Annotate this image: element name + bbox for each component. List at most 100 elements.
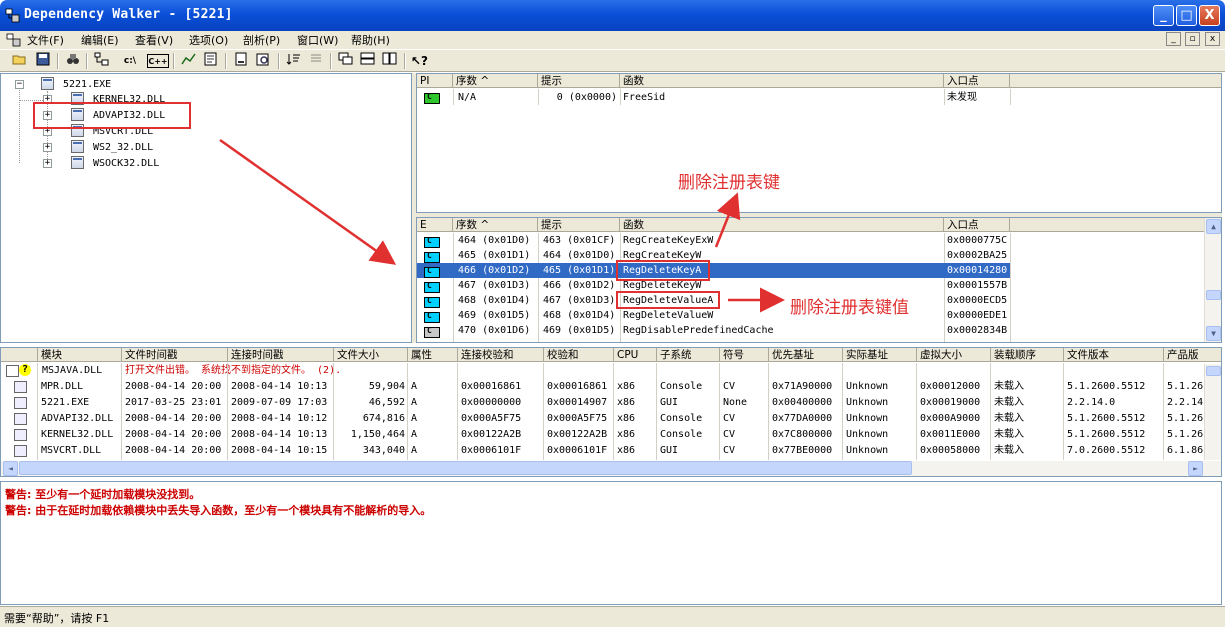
log-pane[interactable]: 警告: 至少有一个延时加载模块没找到。 警告: 由于在延时加载依赖模块中丢失导入… — [0, 481, 1222, 605]
module-cell: Unknown — [846, 397, 889, 408]
module-list[interactable]: 模块 文件时间戳 连接时间戳 文件大小 属性 连接校验和 校验和 CPU 子系统 符号 优先基址 实际… — [0, 347, 1222, 477]
module-cell: CV — [723, 381, 736, 392]
log-line: 警告: 至少有一个延时加载模块没找到。 — [5, 488, 201, 501]
module-cell: 59,904 — [368, 381, 405, 392]
module-cell: 2008-04-14 10:15 — [231, 445, 328, 456]
arrow-to-exports — [219, 138, 397, 265]
module-cell: 674,816 — [362, 413, 405, 424]
module-cell: Console — [660, 413, 703, 424]
module-cell: 5.1.2600.5512 — [1067, 381, 1146, 392]
module-icon — [14, 429, 27, 441]
module-cell: CV — [723, 429, 736, 440]
modules-hscrollbar[interactable]: ◄ ► — [1, 461, 1221, 476]
scroll-thumb[interactable] — [1206, 366, 1221, 376]
module-cell: MPR.DLL — [41, 381, 84, 392]
module-cell: KERNEL32.DLL — [41, 429, 114, 440]
module-cell: 0x77DA0000 — [772, 413, 833, 424]
module-cell: Unknown — [846, 429, 889, 440]
module-cell: 未载入 — [994, 445, 1024, 456]
module-cell: x86 — [617, 445, 636, 456]
module-col-header[interactable]: 校验和 — [544, 348, 614, 362]
module-col-header[interactable]: CPU — [614, 348, 657, 362]
module-cell: 0x00016861 — [461, 381, 522, 392]
module-cell: 2017-03-25 23:01 — [125, 397, 222, 408]
module-warning-icon — [14, 381, 27, 393]
module-cell: A — [411, 429, 418, 440]
module-cell: 未载入 — [994, 397, 1024, 408]
module-cell: 0x77BE0000 — [772, 445, 833, 456]
question-icon: ? — [19, 364, 31, 376]
module-col-header[interactable]: 文件时间戳 — [122, 348, 228, 362]
module-cell: 0x00000000 — [461, 397, 522, 408]
status-text: 需要“帮助”，请按 F1 — [4, 612, 110, 625]
module-cell: CV — [723, 445, 736, 456]
module-cell: CV — [723, 413, 736, 424]
module-cell: Unknown — [846, 445, 889, 456]
module-cell: None — [723, 397, 748, 408]
module-cell: 0x00014907 — [547, 397, 608, 408]
module-cell: 0x000A5F75 — [461, 413, 522, 424]
log-line: 警告: 由于在延时加载依赖模块中丢失导入函数，至少有一个模块具有不能解析的导入。 — [5, 504, 432, 517]
annotation-delete-key: 删除注册表键 — [678, 173, 780, 193]
module-col-header[interactable]: 连接时间戳 — [228, 348, 334, 362]
module-cell: 2008-04-14 10:13 — [231, 381, 328, 392]
module-cell: x86 — [617, 381, 636, 392]
col-icon — [1, 348, 38, 362]
module-icon — [14, 445, 27, 457]
module-cell: 0x00122A2B — [547, 429, 608, 440]
module-cell: 0x00400000 — [772, 397, 833, 408]
module-cell: 0x00058000 — [920, 445, 981, 456]
module-col-header[interactable]: 符号 — [720, 348, 769, 362]
module-cell: 343,040 — [362, 445, 405, 456]
module-cell: 0x0011E000 — [920, 429, 981, 440]
module-col-header[interactable]: 模块 — [38, 348, 122, 362]
module-cell: 0x000A5F75 — [547, 413, 608, 424]
module-cell: x86 — [617, 429, 636, 440]
modules-vscrollbar[interactable] — [1204, 364, 1221, 460]
module-col-header[interactable]: 实际基址 — [843, 348, 917, 362]
module-cell: 2009-07-09 17:03 — [231, 397, 328, 408]
module-cell: 0x00019000 — [920, 397, 981, 408]
error-module-name[interactable]: MSJAVA.DLL — [39, 363, 123, 378]
module-cell: 46,592 — [368, 397, 405, 408]
module-cell: GUI — [660, 445, 679, 456]
module-cell: 未载入 — [994, 413, 1024, 424]
module-cell: 2008-04-14 20:00 — [125, 445, 222, 456]
module-cell: 2008-04-14 10:13 — [231, 429, 328, 440]
module-cell: Console — [660, 381, 703, 392]
module-col-header[interactable]: 属性 — [408, 348, 458, 362]
module-cell: 0x7C800000 — [772, 429, 833, 440]
module-cell: Unknown — [846, 413, 889, 424]
scroll-thumb[interactable] — [19, 461, 912, 475]
module-cell: x86 — [617, 397, 636, 408]
module-cell: GUI — [660, 397, 679, 408]
module-col-header[interactable]: 子系统 — [657, 348, 720, 362]
module-cell: 5.1.2600.5512 — [1067, 429, 1146, 440]
scroll-right-icon[interactable]: ► — [1188, 461, 1203, 476]
module-cell: 未载入 — [994, 381, 1024, 392]
module-col-header[interactable]: 连接校验和 — [458, 348, 544, 362]
module-cell: 2008-04-14 20:00 — [125, 413, 222, 424]
module-col-header[interactable]: 虚拟大小 — [917, 348, 991, 362]
module-cell: A — [411, 397, 418, 408]
module-icon — [14, 397, 27, 409]
module-cell: Console — [660, 429, 703, 440]
module-cell: 0x0006101F — [461, 445, 522, 456]
module-col-header[interactable]: 文件版本 — [1064, 348, 1164, 362]
error-message: 打开文件出错。 系统找不到指定的文件。 (2). — [125, 365, 342, 376]
module-cell: 5.1.2600.5512 — [1067, 413, 1146, 424]
module-cell: 2008-04-14 10:12 — [231, 413, 328, 424]
module-cell: 7.0.2600.5512 — [1067, 445, 1146, 456]
module-col-header[interactable]: 产品版 — [1164, 348, 1221, 362]
annotation-delete-value: 删除注册表键值 — [790, 298, 909, 318]
module-cell: 2.2.14.0 — [1067, 397, 1116, 408]
scroll-left-icon[interactable]: ◄ — [3, 461, 18, 476]
module-cell: 0x00012000 — [920, 381, 981, 392]
module-col-header[interactable]: 优先基址 — [769, 348, 843, 362]
status-bar: 需要“帮助”，请按 F1 — [0, 606, 1225, 627]
module-cell: 0x000A9000 — [920, 413, 981, 424]
module-col-header[interactable]: 装载顺序 — [991, 348, 1064, 362]
module-cell: ADVAPI32.DLL — [41, 413, 114, 424]
module-cell: A — [411, 381, 418, 392]
module-col-header[interactable]: 文件大小 — [334, 348, 408, 362]
